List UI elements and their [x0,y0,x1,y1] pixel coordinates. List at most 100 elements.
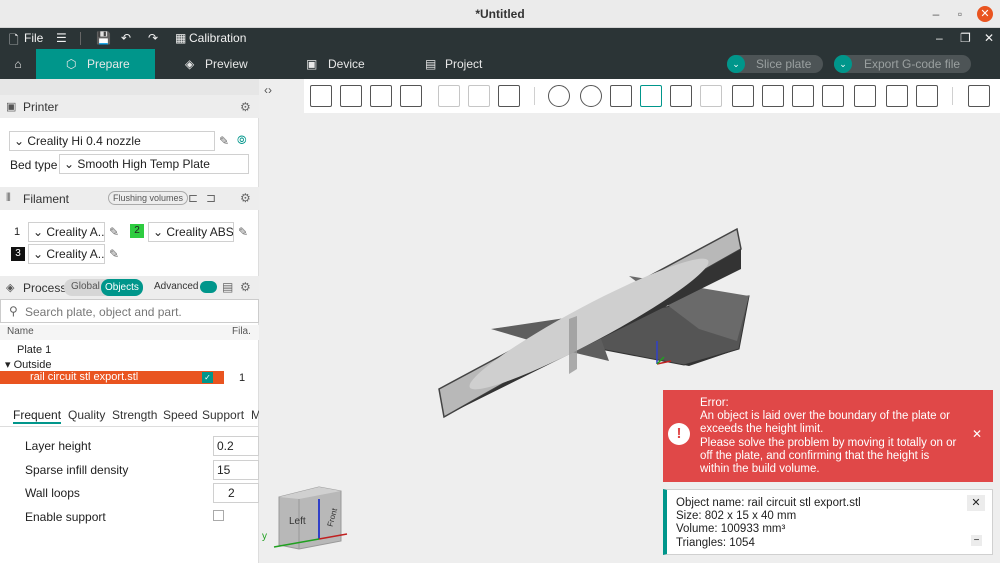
chevron-down-icon[interactable]: ⌄ [834,55,852,73]
object-list-header: Name Fila. [0,325,259,340]
close-icon[interactable]: ✕ [984,31,994,45]
flushing-volumes-button[interactable]: Flushing volumes [108,191,189,205]
file-menu[interactable]: File [24,31,43,45]
filament-slot-1-select[interactable]: ⌄ Creality A... [28,222,105,242]
calibration-icon[interactable]: ▦ [175,31,186,45]
printer-select-value: Creality Hi 0.4 nozzle [27,134,141,148]
edit-icon[interactable]: ✎ [109,247,119,261]
advanced-toggle[interactable] [200,281,217,293]
edit-icon[interactable]: ✎ [238,225,248,239]
printer-select[interactable]: ⌄ Creality Hi 0.4 nozzle [9,131,215,151]
tab-frequent[interactable]: Frequent [13,408,62,424]
plate-list-item[interactable]: Plate 1 [17,344,51,356]
check-icon[interactable]: ✓ [202,372,213,383]
outside-group-item[interactable]: ▾ Outside [5,358,52,371]
export-gcode-button[interactable]: ⌄ Export G-code file [834,55,971,73]
split-objects-icon[interactable] [438,85,460,107]
minimize-button[interactable]: – [928,6,944,22]
boolean-icon[interactable] [700,85,722,107]
layer-height-input[interactable]: 0.2 [213,436,259,456]
chevron-down-icon[interactable]: ⌄ [727,55,745,73]
collapse-info-button[interactable]: − [971,535,982,546]
assembly-icon[interactable] [886,85,908,107]
redo-icon[interactable]: ↷ [148,31,158,45]
tab-prepare[interactable]: ⬡ Prepare [36,49,155,79]
process-settings-icon[interactable]: ⚙ [240,280,251,294]
search-input[interactable]: Search plate, object and part. [25,305,182,319]
split-parts-icon[interactable] [468,85,490,107]
filament-slot-3-badge[interactable]: 3 [11,247,25,261]
restore-icon[interactable]: ❐ [960,31,971,45]
save-icon[interactable]: 💾 [96,31,111,45]
process-global-option[interactable]: Global [71,281,100,292]
filament-section-header[interactable]: ⦀ Filament Flushing volumes ⊏ ⊐ ⚙ [0,187,259,210]
printer-section-header[interactable]: ▣ Printer ⚙ [0,95,259,118]
tab-strength[interactable]: Strength [112,408,157,422]
bed-type-select[interactable]: ⌄ Smooth High Temp Plate [59,154,249,174]
menu-divider [80,32,81,45]
close-window-button[interactable]: ✕ [977,6,993,22]
support-paint-icon[interactable] [732,85,754,107]
object-search-box[interactable]: ⚲ Search plate, object and part. [0,299,259,323]
add-plate-icon[interactable] [340,85,362,107]
close-error-button[interactable]: ✕ [972,427,982,441]
list-view-icon[interactable]: ▤ [222,280,233,294]
infill-density-input[interactable]: 15 [213,460,259,480]
fit-view-icon[interactable] [916,85,938,107]
filament-slot-3-select[interactable]: ⌄ Creality A... [28,244,105,264]
tab-prepare-label: Prepare [87,57,130,71]
auto-orient-icon[interactable] [370,85,392,107]
filament-slot-2-badge[interactable]: 2 [130,224,144,238]
add-filament-icon[interactable]: ⊏ [188,191,198,205]
export-gcode-label: Export G-code file [864,57,961,71]
slice-plate-button[interactable]: ⌄ Slice plate [727,55,823,73]
selected-object-row[interactable]: rail circuit stl export.stl ✓ [0,371,224,384]
seam-paint-icon[interactable] [762,85,784,107]
cut-icon[interactable] [670,85,692,107]
process-section-header[interactable]: ◈ Process Global Objects Advanced ▤ ⚙ [0,276,259,299]
add-object-icon[interactable] [310,85,332,107]
enable-support-checkbox[interactable] [213,510,224,521]
wall-loops-stepper[interactable]: 2 [213,483,259,503]
wifi-icon[interactable]: ⦾ [237,133,247,148]
remove-filament-icon[interactable]: ⊐ [206,191,216,205]
error-line: off the plate, and confirming that the h… [700,449,930,462]
fila-column-header: Fila. [232,326,251,337]
calibration-menu[interactable]: Calibration [189,31,246,45]
printer-section-label: Printer [23,100,59,114]
close-info-button[interactable]: ✕ [967,495,985,511]
list-menu-icon[interactable]: ☰ [56,31,67,45]
scale-icon[interactable] [610,85,632,107]
object-filament-number[interactable]: 1 [239,372,245,384]
lay-on-face-icon[interactable] [640,85,662,107]
filament-settings-icon[interactable]: ⚙ [240,191,251,205]
home-icon[interactable]: ⌂ [0,49,36,79]
color-paint-icon[interactable] [792,85,814,107]
arrange-icon[interactable] [400,85,422,107]
process-objects-option[interactable]: Objects [101,279,143,296]
maximize-button[interactable]: ▫ [952,6,968,22]
tab-speed[interactable]: Speed [163,408,198,422]
tab-support[interactable]: Support [202,408,244,422]
edit-icon[interactable]: ✎ [109,225,119,239]
text-icon[interactable] [822,85,844,107]
chevron-down-icon: ⌄ [33,225,47,239]
measure-icon[interactable] [854,85,876,107]
layers-icon[interactable] [498,85,520,107]
tab-device[interactable]: ▣ Device [275,49,395,79]
tab-preview[interactable]: ◈ Preview [155,49,275,79]
filament-slot-3-value: Creality A... [46,247,105,261]
error-line: within the build volume. [700,463,820,476]
viewcube-left-label[interactable]: Left [289,516,306,527]
undo-icon[interactable]: ↶ [121,31,131,45]
min-icon[interactable]: – [936,31,943,45]
tab-quality[interactable]: Quality [68,408,105,422]
plugin-icon[interactable] [968,85,990,107]
device-icon: ▣ [306,57,318,71]
move-icon[interactable] [548,85,570,107]
tab-project[interactable]: ▤ Project [395,49,515,79]
rotate-icon[interactable] [580,85,602,107]
filament-slot-2-select[interactable]: ⌄ Creality ABS [148,222,234,242]
edit-icon[interactable]: ✎ [219,134,229,148]
printer-settings-icon[interactable]: ⚙ [240,100,251,114]
